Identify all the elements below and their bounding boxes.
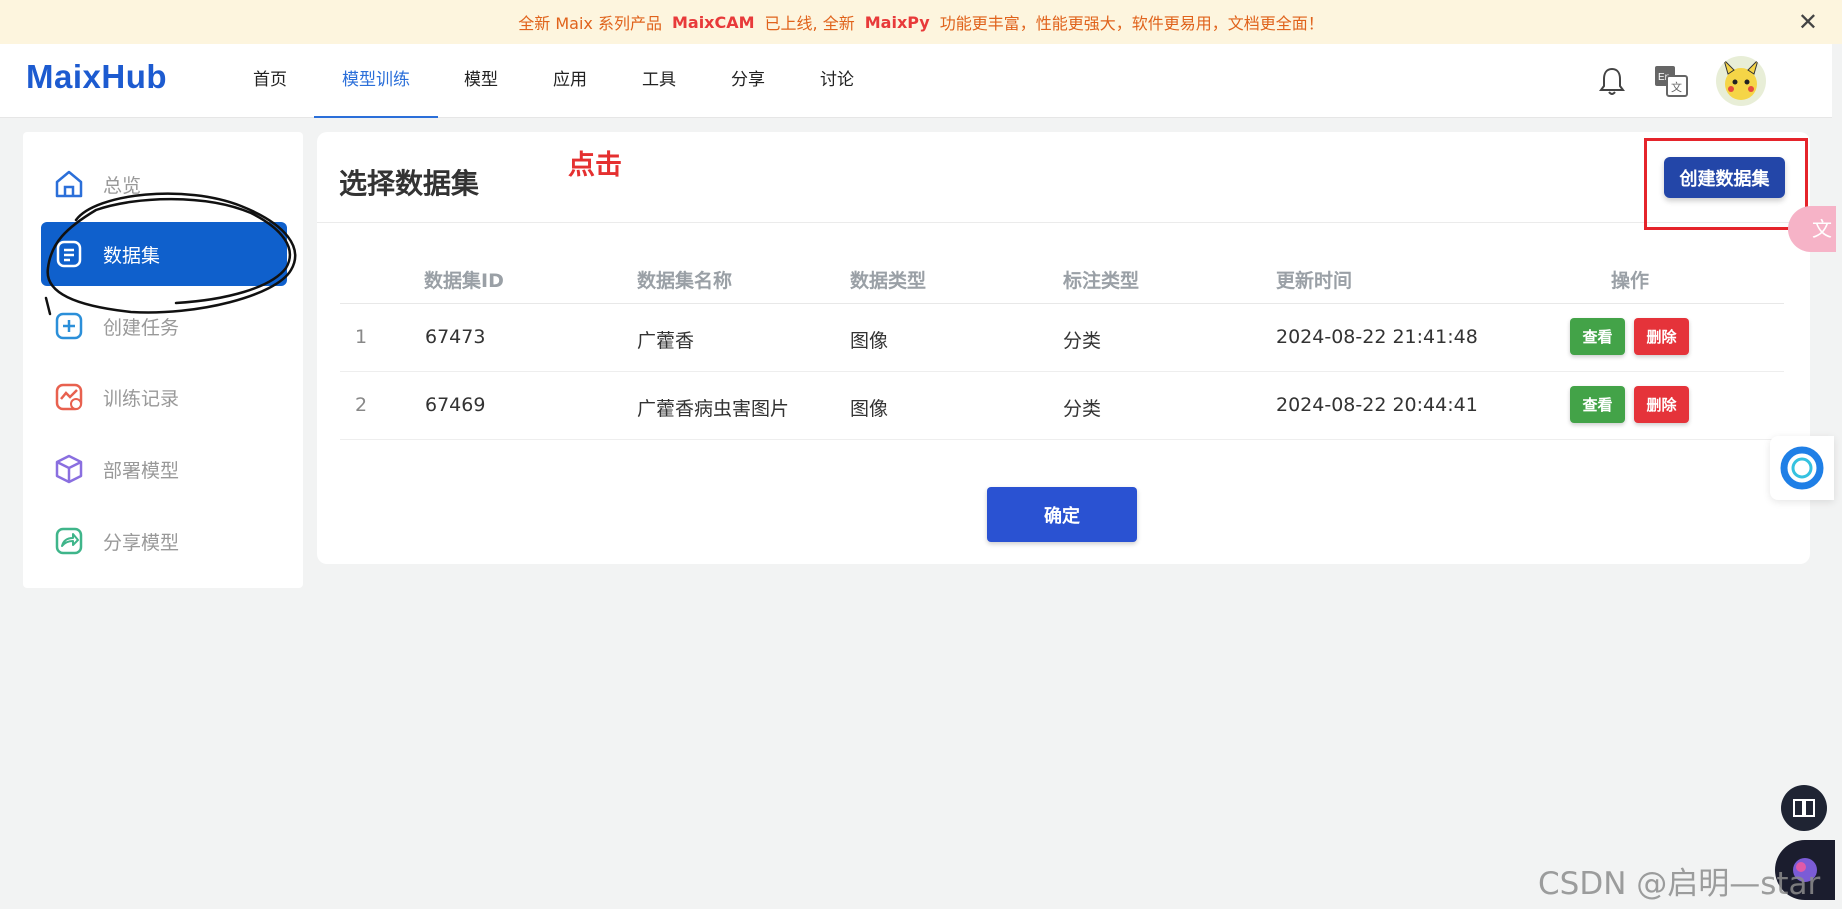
announcement-bar: 全新 Maix 系列产品 MaixCAM 已上线, 全新 MaixPy 功能更丰… xyxy=(0,0,1842,44)
delete-button[interactable]: 删除 xyxy=(1634,386,1689,423)
sidebar-item-label: 部署模型 xyxy=(103,459,180,482)
announcement-middle: 已上线, 全新 xyxy=(764,14,855,33)
create-dataset-button[interactable]: 创建数据集 xyxy=(1664,157,1785,198)
sidebar-item-label: 数据集 xyxy=(103,244,161,267)
nav-item-home[interactable]: 首页 xyxy=(253,44,287,118)
nav-item-tools[interactable]: 工具 xyxy=(642,44,676,118)
sidebar-item-label: 总览 xyxy=(103,174,142,197)
avatar[interactable] xyxy=(1716,56,1766,106)
sidebar-item-training-records[interactable]: 训练记录 xyxy=(41,365,287,429)
updated-time: 2024-08-22 21:41:48 xyxy=(1276,326,1478,348)
updated-time: 2024-08-22 20:44:41 xyxy=(1276,394,1478,416)
dataset-name: 广藿香 xyxy=(637,330,695,352)
confirm-button[interactable]: 确定 xyxy=(987,487,1137,542)
header-actions: 操作 xyxy=(1611,270,1650,292)
document-icon xyxy=(56,240,82,268)
bell-icon[interactable] xyxy=(1598,66,1626,96)
assistant-float-icon[interactable] xyxy=(1770,436,1834,500)
home-icon xyxy=(55,170,83,198)
nav-item-model-training[interactable]: 模型训练 xyxy=(314,44,438,118)
announcement-prefix: 全新 Maix 系列产品 xyxy=(518,14,662,33)
data-type: 图像 xyxy=(850,398,889,420)
sidebar-item-label: 创建任务 xyxy=(103,316,180,339)
translate-float-icon[interactable]: 文 xyxy=(1788,206,1836,252)
table-header: 数据集ID 数据集名称 数据类型 标注类型 更新时间 操作 xyxy=(340,252,1784,304)
divider xyxy=(317,222,1810,223)
svg-text:文: 文 xyxy=(1671,80,1682,94)
click-annotation: 点击 xyxy=(568,150,622,181)
header-label-type: 标注类型 xyxy=(1063,270,1140,292)
sidebar-item-deploy-model[interactable]: 部署模型 xyxy=(41,437,287,501)
row-index: 1 xyxy=(355,326,368,348)
header-data-type: 数据类型 xyxy=(850,270,927,292)
dataset-id: 67473 xyxy=(425,326,486,348)
nav-item-discuss[interactable]: 讨论 xyxy=(820,44,854,118)
data-type: 图像 xyxy=(850,330,889,352)
plus-icon xyxy=(55,312,83,340)
header-dataset-id: 数据集ID xyxy=(424,270,504,292)
label-type: 分类 xyxy=(1063,330,1102,352)
sidebar-item-datasets[interactable]: 数据集 xyxy=(41,222,287,286)
header-updated-time: 更新时间 xyxy=(1276,270,1353,292)
nav-item-apps[interactable]: 应用 xyxy=(553,44,587,118)
dataset-table: 数据集ID 数据集名称 数据类型 标注类型 更新时间 操作 1 67473 广藿… xyxy=(340,252,1784,440)
sidebar-item-share-model[interactable]: 分享模型 xyxy=(41,509,287,573)
cube-icon xyxy=(55,454,83,484)
dataset-id: 67469 xyxy=(425,394,486,416)
header-dataset-name: 数据集名称 xyxy=(637,270,733,292)
book-icon[interactable] xyxy=(1781,785,1827,831)
view-button[interactable]: 查看 xyxy=(1570,386,1625,423)
watermark: CSDN @启明—star xyxy=(1538,866,1821,902)
announcement-product-maixpy[interactable]: MaixPy xyxy=(865,13,930,32)
nav-item-share[interactable]: 分享 xyxy=(731,44,765,118)
sidebar-item-label: 训练记录 xyxy=(103,387,180,410)
sidebar-item-label: 分享模型 xyxy=(103,531,180,554)
table-row[interactable]: 1 67473 广藿香 图像 分类 2024-08-22 21:41:48 查看… xyxy=(340,304,1784,372)
announcement-suffix: 功能更丰富，性能更强大，软件更易用，文档更全面！ xyxy=(939,14,1324,33)
svg-text:文: 文 xyxy=(1812,217,1832,241)
delete-button[interactable]: 删除 xyxy=(1634,318,1689,355)
page-title: 选择数据集 xyxy=(339,167,480,200)
view-button[interactable]: 查看 xyxy=(1570,318,1625,355)
table-row[interactable]: 2 67469 广藿香病虫害图片 图像 分类 2024-08-22 20:44:… xyxy=(340,372,1784,440)
chart-clock-icon xyxy=(55,383,83,411)
sidebar: 总览 数据集 创建任务 训练记录 部署模型 分享模型 xyxy=(23,132,303,588)
row-index: 2 xyxy=(355,394,368,416)
announcement-product-maixcam[interactable]: MaixCAM xyxy=(672,13,755,32)
logo[interactable]: MaixHub xyxy=(26,58,167,96)
sidebar-item-create-task[interactable]: 创建任务 xyxy=(41,294,287,358)
dataset-name: 广藿香病虫害图片 xyxy=(637,398,790,420)
close-icon[interactable]: ✕ xyxy=(1798,8,1818,36)
sidebar-item-overview[interactable]: 总览 xyxy=(41,152,287,216)
language-icon[interactable]: En 文 xyxy=(1653,64,1689,98)
label-type: 分类 xyxy=(1063,398,1102,420)
nav-item-models[interactable]: 模型 xyxy=(464,44,498,118)
share-icon xyxy=(55,527,83,555)
top-nav: MaixHub 首页 模型训练 模型 应用 工具 分享 讨论 En 文 xyxy=(0,44,1832,118)
